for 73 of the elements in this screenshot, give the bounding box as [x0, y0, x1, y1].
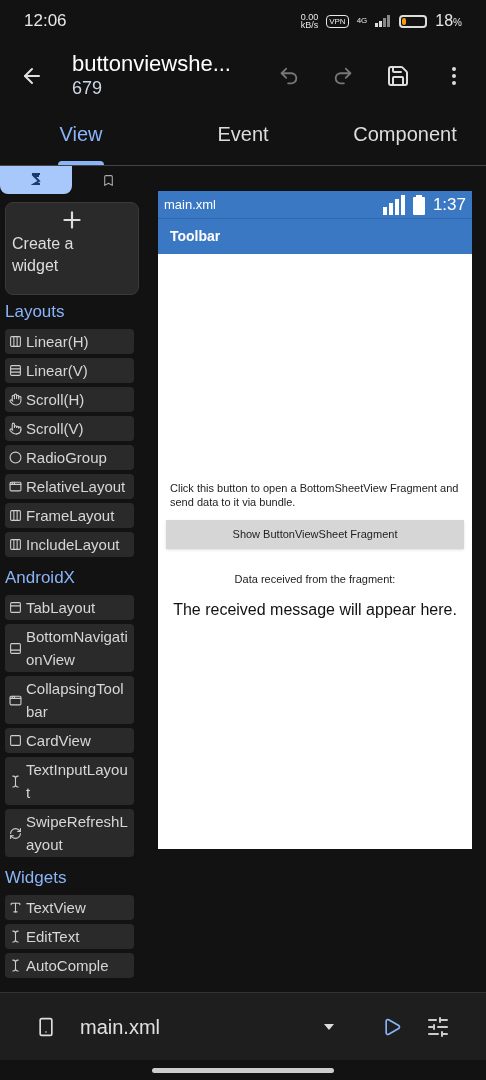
phone-icon	[36, 1016, 56, 1037]
palette-item[interactable]: RelativeLayout	[5, 474, 134, 499]
palette-tab[interactable]	[0, 166, 72, 194]
home-indicator[interactable]	[152, 1067, 334, 1073]
palette-item[interactable]: SwipeRefreshLayout	[5, 809, 134, 857]
palette-item[interactable]: IncludeLayout	[5, 532, 134, 557]
speed-unit: kB/s	[300, 21, 319, 29]
columns-icon	[9, 509, 22, 522]
palette-item[interactable]: RadioGroup	[5, 445, 134, 470]
run-icon[interactable]	[382, 1016, 402, 1037]
bottom-panel-icon	[9, 641, 22, 655]
dropdown-icon[interactable]	[324, 1023, 334, 1030]
save-icon[interactable]	[386, 64, 410, 88]
text-cursor-icon	[9, 774, 22, 788]
rows-icon	[9, 364, 22, 377]
palette-item[interactable]: TextView	[5, 895, 134, 920]
tab[interactable]: Event	[162, 110, 324, 165]
battery-icon	[399, 14, 428, 28]
create-widget-button[interactable]: Create a widget	[5, 202, 139, 295]
palette-item[interactable]: CardView	[5, 728, 134, 753]
battery-icon	[412, 194, 425, 215]
palette-item[interactable]: BottomNavigationView	[5, 624, 134, 672]
palette-item[interactable]: Linear(H)	[5, 329, 134, 354]
redo-icon[interactable]	[332, 65, 354, 87]
preview-file-name: main.xml	[164, 195, 216, 214]
bookmark-icon	[101, 173, 115, 187]
battery-percent: 18	[435, 11, 454, 31]
window-icon	[9, 480, 22, 493]
columns-icon	[9, 335, 22, 348]
widget-icon	[31, 173, 41, 187]
settings-icon[interactable]	[426, 1014, 450, 1039]
palette-item[interactable]: TextInputLayout	[5, 757, 134, 805]
card-icon	[9, 734, 22, 747]
palette-item[interactable]: Scroll(H)	[5, 387, 134, 412]
window-icon	[9, 693, 22, 707]
project-title: buttonviewshe...	[72, 52, 232, 76]
signal-icon	[382, 194, 405, 215]
vpn-badge: VPN	[326, 14, 349, 28]
palette-item[interactable]: AutoComple	[5, 953, 134, 978]
preview-toolbar: Toolbar	[158, 219, 472, 254]
refresh-icon	[9, 826, 22, 840]
tab-layout-icon	[9, 601, 22, 614]
network-speed: 0.00	[300, 13, 319, 21]
palette-item[interactable]: Scroll(V)	[5, 416, 134, 441]
undo-icon[interactable]	[278, 65, 300, 87]
network-type: 4G	[356, 15, 368, 27]
text-cursor-icon	[9, 930, 22, 943]
palette-item[interactable]: EditText	[5, 924, 134, 949]
received-message: The received message will appear here.	[172, 599, 458, 620]
section-header: Widgets	[5, 867, 68, 889]
palette-item[interactable]: FrameLayout	[5, 503, 134, 528]
tab[interactable]: View	[0, 110, 162, 165]
data-label: Data received from the fragment:	[233, 572, 397, 587]
section-header: Layouts	[5, 301, 66, 323]
hint-text: Click this button to open a BottomSheetView Fragment and send data to it via bundle.	[169, 481, 460, 509]
columns-icon	[9, 538, 22, 551]
status-time: 12:06	[24, 10, 67, 33]
tab[interactable]: Component	[324, 110, 486, 165]
percent-sign: %	[453, 17, 462, 30]
radio-icon	[9, 451, 22, 464]
preview-time: 1:37	[432, 193, 466, 216]
text-icon	[9, 901, 22, 914]
show-sheet-button[interactable]: Show ButtonViewSheet Fragment	[166, 520, 464, 549]
palette-item[interactable]: TabLayout	[5, 595, 134, 620]
section-header: AndroidX	[5, 567, 76, 589]
hand-icon	[9, 393, 22, 406]
file-selector[interactable]: main.xml	[80, 1011, 160, 1042]
pointer-icon	[9, 422, 22, 435]
palette-item[interactable]: Linear(V)	[5, 358, 134, 383]
signal-icon	[375, 15, 392, 27]
palette-item[interactable]: CollapsingToolbar	[5, 676, 134, 724]
text-cursor-icon	[9, 959, 22, 972]
project-id: 679	[72, 77, 104, 100]
